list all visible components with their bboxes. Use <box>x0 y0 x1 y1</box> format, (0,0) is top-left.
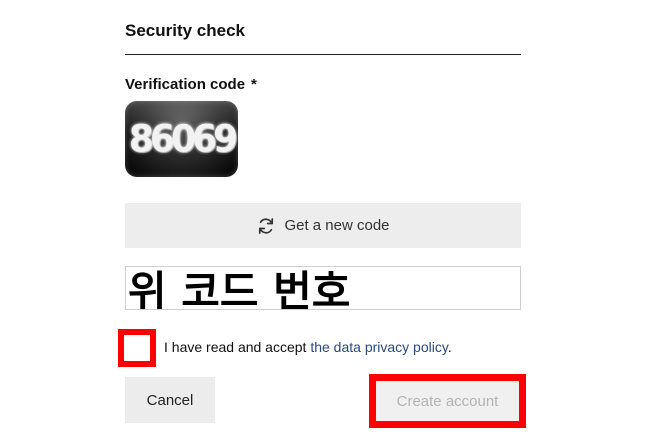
verification-code-input[interactable] <box>126 267 520 309</box>
verification-label-text: Verification code <box>125 76 246 93</box>
verification-code-label: Verification code * <box>125 76 257 93</box>
privacy-policy-link[interactable]: the data privacy policy <box>310 339 447 355</box>
title-divider <box>125 54 521 55</box>
refresh-icon <box>259 217 274 234</box>
consent-prefix: I have read and accept <box>164 339 311 355</box>
cancel-button[interactable]: Cancel <box>125 377 215 423</box>
checkbox-inner <box>124 335 150 361</box>
get-new-code-button[interactable]: Get a new code <box>125 203 521 248</box>
captcha-image: 86069 <box>125 101 238 177</box>
required-marker: * <box>251 76 257 93</box>
security-check-title: Security check <box>125 21 246 40</box>
get-new-code-label: Get a new code <box>284 217 390 234</box>
code-input-wrapper <box>125 266 521 310</box>
create-account-button[interactable]: Create account <box>376 381 519 421</box>
consent-suffix: . <box>447 339 452 355</box>
privacy-consent-checkbox[interactable] <box>118 329 156 367</box>
captcha-text: 86069 <box>128 117 238 161</box>
create-account-highlight: Create account <box>369 374 526 428</box>
privacy-consent-text: I have read and accept the data privacy … <box>164 339 452 355</box>
